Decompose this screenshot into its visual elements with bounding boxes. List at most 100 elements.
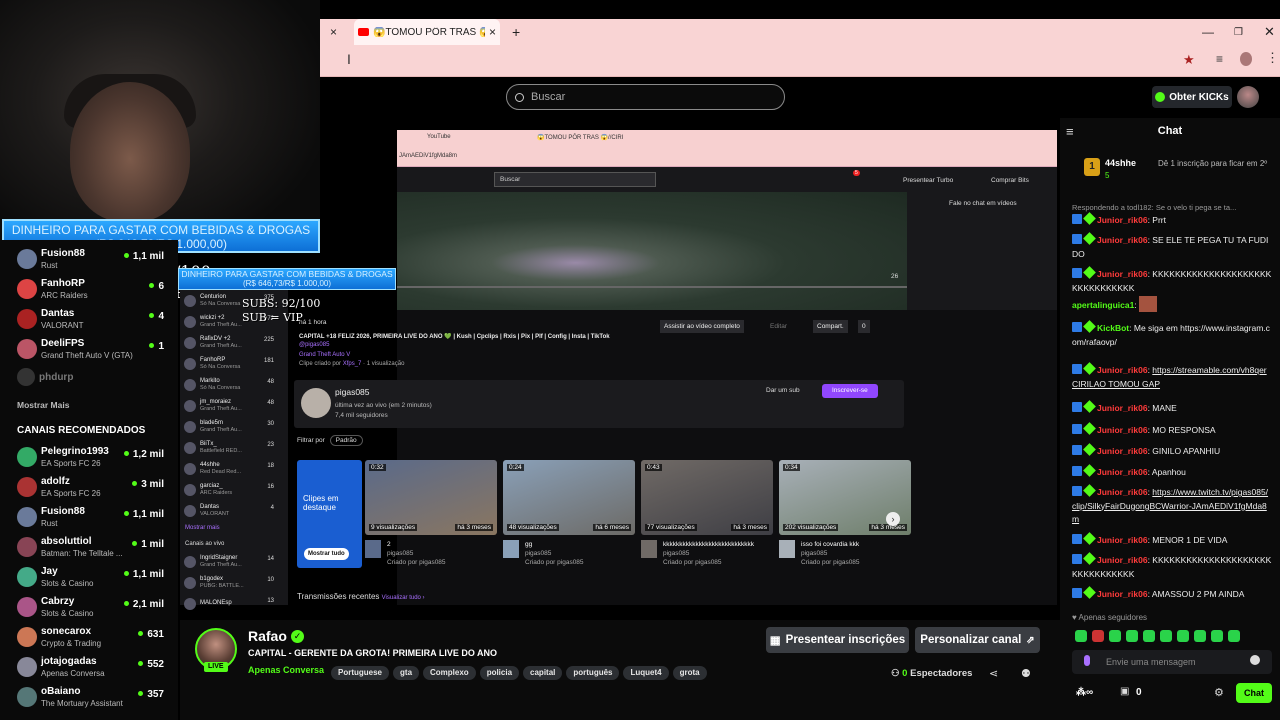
emote-icon[interactable] (1143, 630, 1155, 642)
address-bar[interactable]: I ★ ≡ ⋮ (320, 45, 1280, 77)
featured-clips-card[interactable]: Clipes em destaque Mostrar tudo (297, 460, 362, 568)
sidebar-channel[interactable]: sonecarox Crypto & Trading 631 (0, 622, 178, 652)
emote-icon[interactable] (1160, 630, 1172, 642)
filter-select[interactable]: Padrão (329, 435, 363, 446)
stream-category[interactable]: Apenas Conversa (248, 665, 324, 675)
inner-sidebar-channel[interactable]: Markito Só Na Conversa 48 (180, 374, 288, 395)
inner-sidebar-channel[interactable]: RafixDV +2 Grand Theft Au... 225 (180, 332, 288, 353)
sidebar-channel[interactable]: adolfz EA Sports FC 26 3 mil (0, 472, 178, 502)
inner-sidebar-channel[interactable]: 44shhe Red Dead Red... 18 (180, 458, 288, 479)
close-window-icon[interactable]: ✕ (1264, 19, 1275, 45)
clip-user-link[interactable]: Xfps_7 (343, 361, 362, 367)
stream-tag[interactable]: grota (672, 666, 707, 680)
show-all-button[interactable]: Mostrar tudo (304, 548, 349, 560)
customize-channel-button[interactable]: Personalizar canal ⇗ (915, 627, 1040, 653)
chest-icon[interactable]: ▣ (1120, 686, 1129, 697)
stream-tag[interactable]: Luquet4 (623, 666, 669, 680)
subscribe-button[interactable]: Inscrever-se (822, 384, 878, 398)
sidebar-channel[interactable]: jotajogadas Apenas Conversa 552 (0, 652, 178, 682)
inner-sidebar-channel[interactable]: FanhoRP Só Na Conversa 181 (180, 353, 288, 374)
emote-icon[interactable] (1092, 630, 1104, 642)
sidebar-channel[interactable]: Fusion88 Rust 1,1 mil (0, 244, 178, 274)
get-kicks-button[interactable]: Obter KICKs (1152, 86, 1232, 108)
watch-full-button[interactable]: Assistir ao vídeo completo (660, 320, 744, 333)
inner-sidebar-channel[interactable]: garciaz_ ARC Raiders 16 (180, 479, 288, 500)
clips-next-arrow[interactable]: › (886, 512, 900, 526)
stream-tag[interactable]: gta (393, 666, 420, 680)
inner-live-channel[interactable]: b1godex PUBG: BATTLE... 10 (180, 572, 288, 593)
minimize-icon[interactable]: — (1202, 19, 1214, 45)
emote-icon[interactable] (1075, 630, 1087, 642)
emote-icon[interactable] (1228, 630, 1240, 642)
tab-close-icon[interactable]: × (489, 25, 496, 39)
gift-subs-button[interactable]: ▦ Presentear inscrições (766, 627, 909, 653)
clip-thumbnail[interactable]: 0:43 77 visualizações há 3 meses (641, 460, 773, 535)
chat-username[interactable]: Junior_rik06 (1097, 425, 1148, 435)
points-area[interactable]: ⁂∞ (1076, 687, 1093, 698)
inner-handle[interactable]: @pigas085 (299, 342, 329, 348)
new-tab-button[interactable]: + (512, 19, 520, 45)
mic-icon[interactable] (1084, 655, 1090, 666)
profile-icon[interactable] (1240, 52, 1252, 66)
chat-username[interactable]: Junior_rik06 (1097, 269, 1148, 279)
chat-username[interactable]: Junior_rik06 (1097, 365, 1148, 375)
chat-username[interactable]: KickBot (1097, 323, 1129, 333)
bookmark-star-icon[interactable]: ★ (1183, 52, 1195, 68)
browser-tab[interactable]: 😱TOMOU PÔR TRAS 😱//CIRI × (354, 19, 500, 45)
inner-sidebar-channel[interactable]: blade5m Grand Theft Au... 30 (180, 416, 288, 437)
gift-sub-button[interactable]: Dar um sub (766, 387, 800, 394)
sidebar-channel[interactable]: DeeliFPS Grand Theft Auto V (GTA) 1 (0, 334, 178, 364)
sidebar-channel[interactable]: absoluttiol Batman: The Telltale ... 1 mil (0, 532, 178, 562)
clip-title[interactable]: kkkkkkkkkkkkkkkkkkkkkkkkkkkk (663, 540, 773, 549)
sidebar-channel[interactable]: oBaiano The Mortuary Assistant 357 (0, 682, 178, 712)
inner-show-more[interactable]: Mostrar mais (180, 521, 288, 541)
clip-thumbnail[interactable]: 0:24 48 visualizações há 6 meses (503, 460, 635, 535)
emote-icon[interactable] (1194, 630, 1206, 642)
stream-tag[interactable]: policia (479, 666, 520, 680)
chat-username[interactable]: Junior_rik06 (1097, 467, 1148, 477)
chat-username[interactable]: Junior_rik06 (1097, 215, 1148, 225)
extensions-icon[interactable]: ≡ (1216, 52, 1223, 66)
share-button[interactable]: Compart. (813, 320, 848, 333)
emote-icon[interactable] (1211, 630, 1223, 642)
emote-icon[interactable] (1109, 630, 1121, 642)
sidebar-channel[interactable]: Dantas VALORANT 4 (0, 304, 178, 334)
search-input[interactable]: Buscar (531, 91, 565, 103)
sidebar-channel[interactable]: FanhoRP ARC Raiders 6 (0, 274, 178, 304)
clip-title[interactable]: gg (525, 540, 635, 549)
chat-username[interactable]: Junior_rik06 (1097, 555, 1148, 565)
streamer-name[interactable]: Rafao (248, 628, 287, 644)
clip-thumbnail[interactable]: 0:32 9 visualizações há 3 meses (365, 460, 497, 535)
browser-menu-icon[interactable]: ⋮ (1266, 50, 1279, 66)
like-count[interactable]: 0 (858, 320, 870, 333)
inner-channel-name[interactable]: pigas085 (335, 387, 370, 397)
chat-username[interactable]: Junior_rik06 (1097, 535, 1148, 545)
share-icon[interactable]: ⋖ (989, 667, 998, 680)
emote-icon[interactable] (1177, 630, 1189, 642)
follow-user-icon[interactable]: ⚉ (1021, 667, 1031, 680)
inner-live-channel[interactable]: IngridStaigner Grand Theft Au... 14 (180, 551, 288, 572)
stream-tag[interactable]: Portuguese (331, 666, 390, 680)
inner-game[interactable]: Grand Theft Auto V (299, 352, 350, 358)
chat-username[interactable]: Junior_rik06 (1097, 589, 1148, 599)
emote-icon[interactable] (1126, 630, 1138, 642)
search-bar[interactable]: Buscar (506, 84, 785, 110)
inner-sidebar-channel[interactable]: BiiTx_ Battlefield RED... 23 (180, 437, 288, 458)
clip-title[interactable]: 2 (387, 540, 497, 549)
stream-tag[interactable]: Complexo (423, 666, 476, 680)
chat-username[interactable]: Junior_rik06 (1097, 403, 1148, 413)
chat-username[interactable]: Junior_rik06 (1097, 446, 1148, 456)
emoji-icon[interactable] (1250, 655, 1260, 665)
chat-username[interactable]: Junior_rik06 (1097, 487, 1148, 497)
offline-channel[interactable]: phdurp (17, 368, 73, 386)
sidebar-channel[interactable]: Pelegrino1993 EA Sports FC 26 1,2 mil (0, 442, 178, 472)
sidebar-channel[interactable]: Jay Slots & Casino 1,1 mil (0, 562, 178, 592)
stream-tag[interactable]: capital (523, 666, 563, 680)
user-avatar[interactable] (1237, 86, 1259, 108)
pinned-cta[interactable]: Dê 1 inscrição para ficar em 2º (1158, 159, 1274, 169)
chat-input[interactable]: Envie uma mensagem (1072, 650, 1272, 674)
send-chat-button[interactable]: Chat (1236, 683, 1272, 703)
inner-sidebar-channel[interactable]: Dantas VALORANT 4 (180, 500, 288, 521)
clip-title[interactable]: isso foi covardia kkk (801, 540, 911, 549)
chat-username[interactable]: Junior_rik06 (1097, 235, 1148, 245)
